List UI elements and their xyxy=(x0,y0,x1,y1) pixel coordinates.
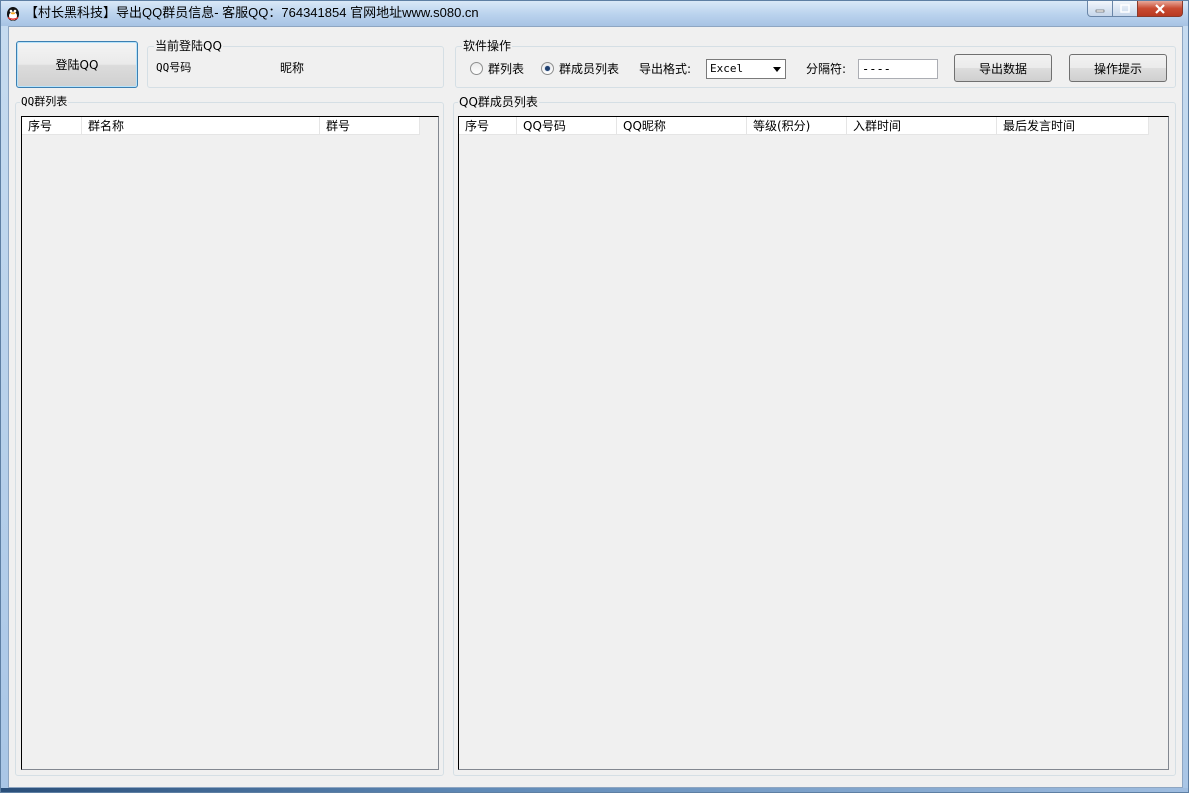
qq-penguin-icon xyxy=(7,7,19,21)
separator-input[interactable]: ---- xyxy=(858,59,938,79)
column-header-join-time[interactable]: 入群时间 xyxy=(847,117,997,135)
window-title: 【村长黑科技】导出QQ群员信息- 客服QQ：764341854 官网地址www.… xyxy=(25,5,479,20)
group-list-header: 序号 群名称 群号 xyxy=(22,117,420,135)
maximize-button[interactable] xyxy=(1112,1,1138,17)
group-list-title: QQ群列表 xyxy=(20,95,69,109)
column-header-qq-number[interactable]: QQ号码 xyxy=(517,117,617,135)
minimize-button[interactable] xyxy=(1087,1,1113,17)
current-login-title: 当前登陆QQ xyxy=(154,39,223,53)
close-icon xyxy=(1155,3,1165,14)
qq-number-label: QQ号码 xyxy=(156,61,192,74)
current-login-group: 当前登陆QQ QQ号码 昵称 xyxy=(147,39,444,88)
member-list-radio[interactable] xyxy=(541,62,554,75)
minimize-icon xyxy=(1095,9,1105,12)
column-header-index[interactable]: 序号 xyxy=(22,117,82,135)
member-list-radio-label[interactable]: 群成员列表 xyxy=(559,62,619,76)
member-list-table[interactable]: 序号 QQ号码 QQ昵称 等级(积分) 入群时间 最后发言时间 xyxy=(458,116,1169,770)
member-list-header: 序号 QQ号码 QQ昵称 等级(积分) 入群时间 最后发言时间 xyxy=(459,117,1149,135)
column-header-last-speak-time[interactable]: 最后发言时间 xyxy=(997,117,1149,135)
maximize-icon xyxy=(1120,4,1130,13)
login-qq-button[interactable]: 登陆QQ xyxy=(16,41,138,88)
close-button[interactable] xyxy=(1137,1,1183,17)
column-header-group-name[interactable]: 群名称 xyxy=(82,117,320,135)
software-operation-title: 软件操作 xyxy=(462,39,513,53)
separator-label: 分隔符: xyxy=(806,62,847,76)
member-list-title: QQ群成员列表 xyxy=(458,95,539,109)
export-format-select[interactable]: Excel xyxy=(706,59,786,79)
column-header-level[interactable]: 等级(积分) xyxy=(747,117,847,135)
title-bar[interactable]: 【村长黑科技】导出QQ群员信息- 客服QQ：764341854 官网地址www.… xyxy=(1,1,1188,26)
taskbar-edge xyxy=(1,788,1188,792)
export-format-label: 导出格式: xyxy=(639,62,692,76)
group-list-radio-label[interactable]: 群列表 xyxy=(488,62,524,76)
nickname-label: 昵称 xyxy=(280,61,305,75)
help-button[interactable]: 操作提示 xyxy=(1069,54,1167,82)
client-area: 登陆QQ 当前登陆QQ QQ号码 昵称 软件操作 群列表 群成员列表 导出格式:… xyxy=(8,26,1183,788)
export-format-value: Excel xyxy=(710,62,744,75)
column-header-index[interactable]: 序号 xyxy=(459,117,517,135)
main-window: 【村长黑科技】导出QQ群员信息- 客服QQ：764341854 官网地址www.… xyxy=(0,0,1189,793)
group-list-table[interactable]: 序号 群名称 群号 xyxy=(21,116,439,770)
column-header-group-number[interactable]: 群号 xyxy=(320,117,420,135)
group-list-radio[interactable] xyxy=(470,62,483,75)
export-data-button[interactable]: 导出数据 xyxy=(954,54,1052,82)
chevron-down-icon xyxy=(773,67,781,72)
column-header-qq-nickname[interactable]: QQ昵称 xyxy=(617,117,747,135)
